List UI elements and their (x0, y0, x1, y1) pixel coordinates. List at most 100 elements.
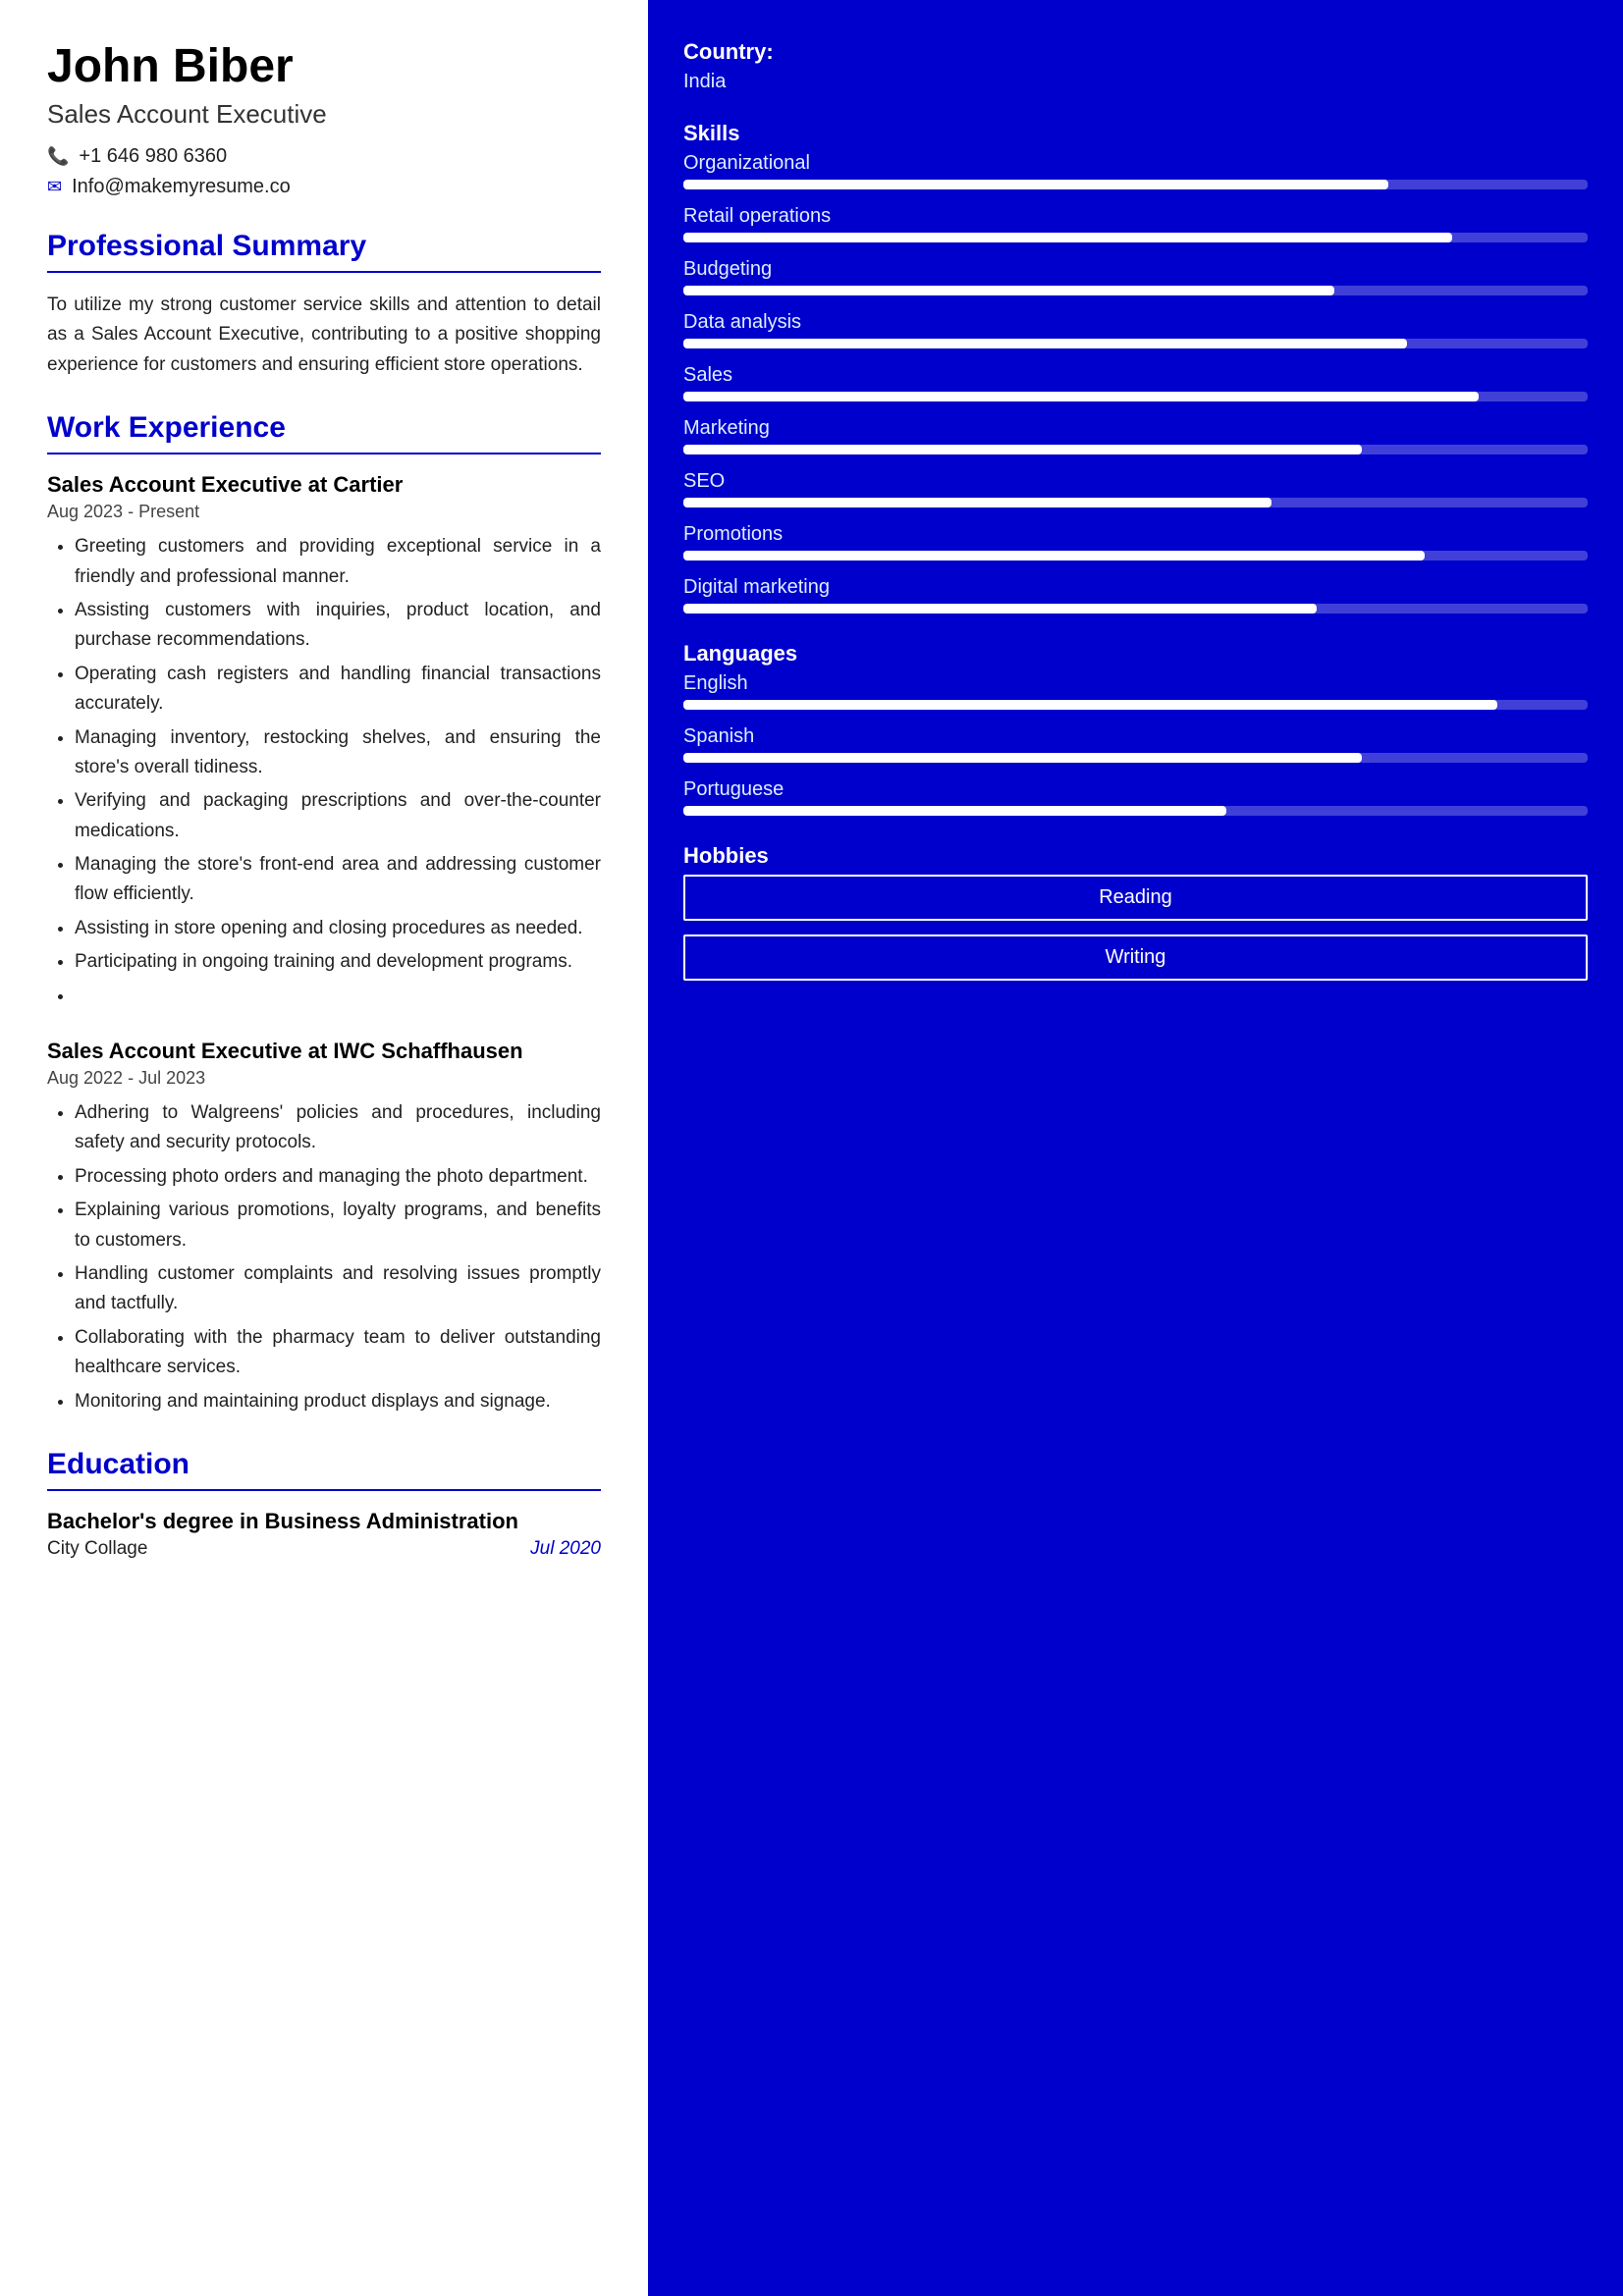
country-value: India (683, 71, 1588, 93)
edu-item-1: Bachelor's degree in Business Administra… (47, 1509, 601, 1560)
job-1-title: Sales Account Executive at Cartier (47, 472, 601, 498)
languages-container: English Spanish Portuguese (683, 672, 1588, 816)
work-divider (47, 453, 601, 454)
skill-row: Digital marketing (683, 576, 1588, 614)
skill-row: Data analysis (683, 311, 1588, 348)
skill-name: Data analysis (683, 311, 1588, 334)
skill-bar-fill (683, 498, 1271, 507)
hobby-badge: Writing (683, 934, 1588, 981)
list-item: Explaining various promotions, loyalty p… (75, 1196, 601, 1255)
lang-bar-bg (683, 700, 1588, 710)
education-heading: Education (47, 1448, 601, 1481)
list-item: Verifying and packaging prescriptions an… (75, 786, 601, 846)
summary-text: To utilize my strong customer service sk… (47, 291, 601, 380)
skill-row: Budgeting (683, 258, 1588, 295)
left-panel: John Biber Sales Account Executive 📞 +1 … (0, 0, 648, 2296)
name: John Biber (47, 39, 601, 93)
list-item: Assisting in store opening and closing p… (75, 914, 601, 943)
skill-bar-fill (683, 233, 1452, 242)
list-item (75, 982, 601, 1011)
skill-bar-fill (683, 604, 1317, 614)
work-experience-heading: Work Experience (47, 411, 601, 445)
skill-bar-bg (683, 233, 1588, 242)
language-row: Portuguese (683, 778, 1588, 816)
job-title: Sales Account Executive (47, 99, 601, 130)
job-1: Sales Account Executive at Cartier Aug 2… (47, 472, 601, 1011)
country-label: Country: (683, 39, 1588, 65)
list-item: Managing the store's front-end area and … (75, 850, 601, 910)
language-row: English (683, 672, 1588, 710)
job-2: Sales Account Executive at IWC Schaffhau… (47, 1039, 601, 1416)
skill-bar-bg (683, 392, 1588, 401)
summary-divider (47, 271, 601, 273)
skill-name: SEO (683, 470, 1588, 493)
skill-bar-fill (683, 286, 1334, 295)
lang-bar-fill (683, 700, 1497, 710)
phone-icon: 📞 (47, 146, 69, 167)
skill-bar-bg (683, 339, 1588, 348)
email-row: ✉ Info@makemyresume.co (47, 176, 601, 198)
list-item: Processing photo orders and managing the… (75, 1162, 601, 1192)
lang-bar-fill (683, 753, 1362, 763)
list-item: Managing inventory, restocking shelves, … (75, 723, 601, 783)
right-panel: Country: India Skills Organizational Ret… (648, 0, 1623, 2296)
list-item: Handling customer complaints and resolvi… (75, 1259, 601, 1319)
edu-date: Jul 2020 (530, 1538, 601, 1560)
skill-row: Retail operations (683, 205, 1588, 242)
list-item: Monitoring and maintaining product displ… (75, 1387, 601, 1416)
job-1-bullets: Greeting customers and providing excepti… (75, 532, 601, 1011)
skill-bar-fill (683, 392, 1479, 401)
list-item: Operating cash registers and handling fi… (75, 660, 601, 720)
languages-label: Languages (683, 641, 1588, 667)
skill-name: Promotions (683, 523, 1588, 546)
hobby-badge: Reading (683, 875, 1588, 921)
job-2-period: Aug 2022 - Jul 2023 (47, 1068, 601, 1089)
job-2-title: Sales Account Executive at IWC Schaffhau… (47, 1039, 601, 1064)
job-1-period: Aug 2023 - Present (47, 502, 601, 522)
hobbies-container: Reading Writing (683, 875, 1588, 994)
list-item: Collaborating with the pharmacy team to … (75, 1323, 601, 1383)
skill-bar-fill (683, 445, 1362, 454)
skill-row: Sales (683, 364, 1588, 401)
skill-bar-fill (683, 180, 1388, 189)
skill-bar-bg (683, 180, 1588, 189)
edu-divider (47, 1489, 601, 1491)
skill-name: Retail operations (683, 205, 1588, 228)
skill-bar-bg (683, 498, 1588, 507)
list-item: Assisting customers with inquiries, prod… (75, 596, 601, 656)
phone-row: 📞 +1 646 980 6360 (47, 145, 601, 168)
list-item: Adhering to Walgreens' policies and proc… (75, 1098, 601, 1158)
skills-container: Organizational Retail operations Budgeti… (683, 152, 1588, 614)
edu-school: City Collage (47, 1538, 147, 1560)
skill-row: Organizational (683, 152, 1588, 189)
skill-name: Marketing (683, 417, 1588, 440)
skill-name: Sales (683, 364, 1588, 387)
professional-summary-heading: Professional Summary (47, 230, 601, 263)
phone-value: +1 646 980 6360 (79, 145, 227, 168)
skill-bar-bg (683, 551, 1588, 561)
edu-degree: Bachelor's degree in Business Administra… (47, 1509, 601, 1534)
hobbies-label: Hobbies (683, 843, 1588, 869)
list-item: Participating in ongoing training and de… (75, 947, 601, 977)
skill-row: SEO (683, 470, 1588, 507)
skills-label: Skills (683, 121, 1588, 146)
edu-row: City Collage Jul 2020 (47, 1538, 601, 1560)
lang-bar-bg (683, 806, 1588, 816)
lang-name: Portuguese (683, 778, 1588, 801)
language-row: Spanish (683, 725, 1588, 763)
skill-name: Budgeting (683, 258, 1588, 281)
lang-name: English (683, 672, 1588, 695)
job-2-bullets: Adhering to Walgreens' policies and proc… (75, 1098, 601, 1416)
skill-row: Promotions (683, 523, 1588, 561)
lang-bar-fill (683, 806, 1226, 816)
lang-bar-bg (683, 753, 1588, 763)
skill-bar-fill (683, 339, 1407, 348)
skill-bar-bg (683, 604, 1588, 614)
email-value: Info@makemyresume.co (72, 176, 291, 198)
skill-name: Digital marketing (683, 576, 1588, 599)
skill-bar-fill (683, 551, 1425, 561)
skill-bar-bg (683, 445, 1588, 454)
skill-row: Marketing (683, 417, 1588, 454)
skill-bar-bg (683, 286, 1588, 295)
skill-name: Organizational (683, 152, 1588, 175)
